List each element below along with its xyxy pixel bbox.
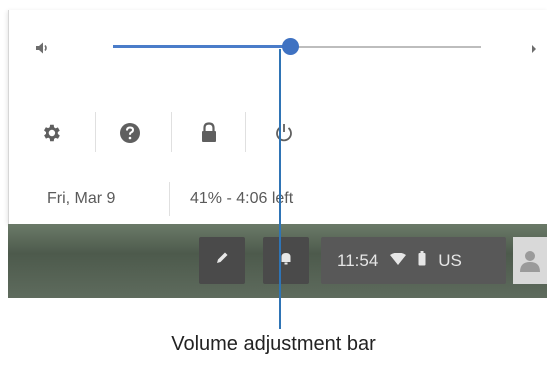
shelf: 11:54 US [8,224,547,298]
stylus-button[interactable] [199,237,245,284]
wifi-icon [390,251,407,271]
power-icon[interactable] [269,118,299,148]
volume-slider[interactable] [113,32,481,62]
divider [169,182,170,216]
lock-icon[interactable] [195,118,223,148]
divider [171,112,172,152]
divider [245,112,246,152]
screenshot-stage: Fri, Mar 9 41% - 4:06 left 11:54 US Volu… [0,0,547,367]
battery-status: 41% - 4:06 left [190,190,294,207]
stylus-icon [214,250,230,271]
notifications-button[interactable] [263,237,309,284]
date-label: Fri, Mar 9 [47,190,116,207]
divider [95,112,96,152]
quick-settings-panel: Fri, Mar 9 41% - 4:06 left [8,10,547,224]
volume-slider-thumb[interactable] [281,38,299,55]
input-method-label: US [438,250,462,270]
user-avatar-icon[interactable] [513,237,547,284]
status-tray[interactable]: 11:54 US [321,237,506,284]
help-icon[interactable] [115,118,145,148]
callout-label: Volume adjustment bar [171,333,376,355]
callout-line [279,49,281,329]
clock: 11:54 [337,250,379,270]
speaker-icon[interactable] [29,35,55,61]
chevron-right-icon[interactable] [524,37,544,61]
battery-icon [418,250,426,271]
gear-icon[interactable] [37,118,65,148]
volume-track-fill [113,45,290,48]
